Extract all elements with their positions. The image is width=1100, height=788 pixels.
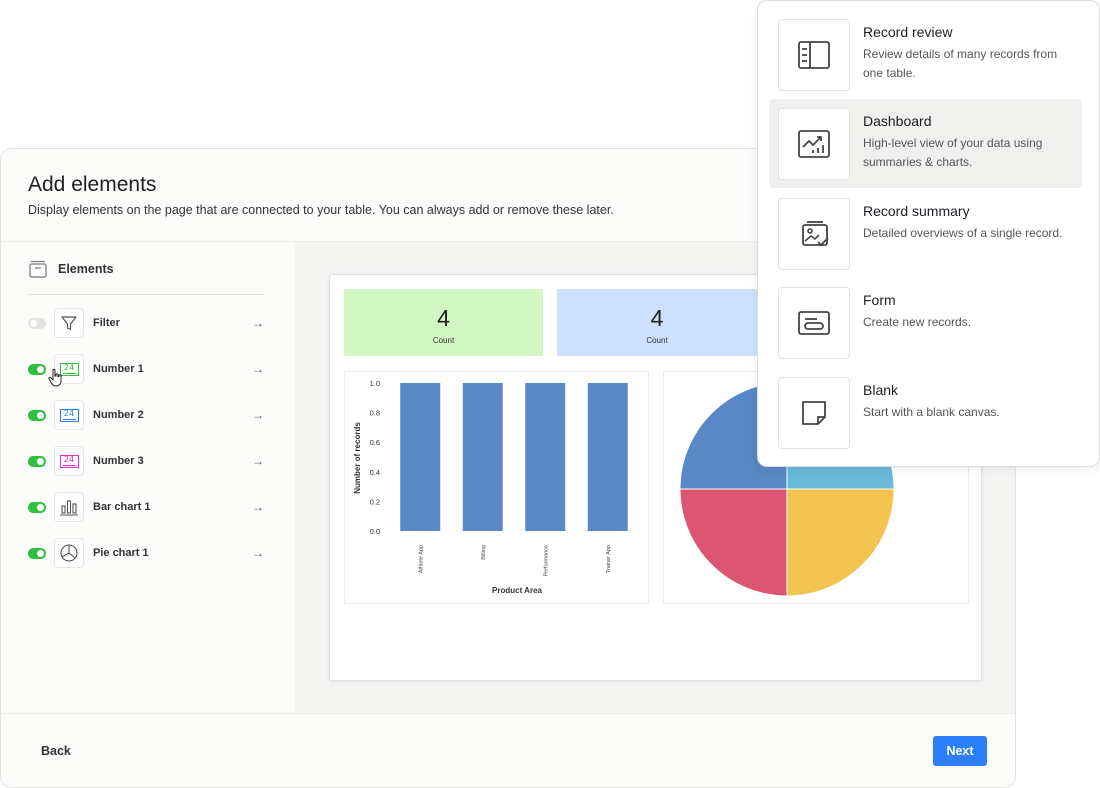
x-axis-label: Product Area — [492, 586, 542, 595]
element-row-number-2[interactable]: 24 Number 2 → — [28, 400, 264, 430]
element-label: Bar chart 1 — [93, 501, 151, 513]
elements-header-label: Elements — [58, 262, 114, 276]
bar-chart-card: Number of records Product Area 0.0 0.2 0.4… — [344, 371, 649, 604]
element-row-filter[interactable]: Filter → — [28, 308, 264, 338]
number-card: 4 Count — [557, 289, 757, 356]
element-row-pie-chart-1[interactable]: Pie chart 1 → — [28, 538, 264, 568]
divider — [28, 294, 264, 295]
option-title: Record summary — [863, 203, 970, 219]
blank-icon — [778, 377, 850, 449]
y-tick-label: 0.8 — [370, 409, 380, 418]
option-description: Review details of many records from one … — [863, 47, 1058, 80]
element-row-bar-chart-1[interactable]: Bar chart 1 → — [28, 492, 264, 522]
option-description: Detailed overviews of a single record. — [863, 226, 1063, 240]
hand-cursor-icon — [48, 368, 62, 387]
y-tick-label: 0.4 — [370, 468, 380, 477]
option-form[interactable]: Form Create new records. — [769, 278, 1082, 367]
y-tick-label: 0.2 — [370, 497, 380, 506]
record-summary-icon — [778, 198, 850, 270]
element-label: Number 1 — [93, 363, 144, 375]
form-icon — [778, 287, 850, 359]
bar — [525, 383, 566, 531]
option-title: Blank — [863, 382, 899, 398]
arrow-right-icon[interactable]: → — [252, 546, 264, 560]
element-toggle[interactable] — [28, 501, 46, 513]
bar — [587, 383, 628, 531]
number-icon-text: 24 — [59, 454, 79, 468]
modal-title: Add elements — [28, 173, 157, 196]
pie-chart-icon — [54, 538, 84, 568]
element-toggle[interactable] — [28, 317, 46, 329]
element-toggle[interactable] — [28, 547, 46, 559]
arrow-right-icon[interactable]: → — [252, 362, 264, 376]
layout-dropdown: Record review Review details of many rec… — [757, 0, 1100, 467]
pie-slice — [679, 488, 788, 597]
y-tick-label: 0.6 — [370, 438, 380, 447]
x-tick-label: Trainer App — [606, 545, 612, 573]
bar-chart-icon — [54, 492, 84, 522]
number-icon: 24 — [54, 400, 84, 430]
arrow-right-icon[interactable]: → — [252, 316, 264, 330]
back-button[interactable]: Back — [41, 744, 71, 758]
arrow-right-icon[interactable]: → — [252, 408, 264, 422]
option-title: Dashboard — [863, 113, 932, 129]
filter-icon — [54, 308, 84, 338]
bar-chart: Number of records Product Area 0.0 0.2 0.4… — [353, 379, 628, 595]
element-toggle[interactable] — [28, 455, 46, 467]
option-record-review[interactable]: Record review Review details of many rec… — [769, 10, 1082, 99]
number-icon-text: 24 — [59, 408, 79, 422]
bar — [400, 383, 441, 531]
x-tick-label: Performance — [543, 545, 549, 577]
element-toggle[interactable] — [28, 409, 46, 421]
next-button[interactable]: Next — [933, 736, 987, 766]
number-card: 4 Count — [344, 289, 543, 356]
elements-header: Elements — [28, 260, 114, 278]
option-description: High-level view of your data using summa… — [863, 136, 1043, 169]
x-tick-label: Athlete App — [418, 545, 424, 573]
elements-box-icon — [29, 260, 47, 278]
arrow-right-icon[interactable]: → — [252, 454, 264, 468]
y-axis-label: Number of records — [353, 422, 362, 494]
element-label: Number 2 — [93, 409, 144, 421]
number-value: 4 — [650, 305, 664, 331]
x-tick-label: Billing — [481, 545, 487, 560]
modal-footer: Back Next — [1, 713, 1015, 787]
element-label: Pie chart 1 — [93, 547, 149, 559]
option-title: Record review — [863, 24, 953, 40]
y-tick-label: 0.0 — [370, 527, 380, 536]
modal-subtitle: Display elements on the page that are co… — [28, 203, 614, 217]
arrow-right-icon[interactable]: → — [252, 500, 264, 514]
option-dashboard[interactable]: Dashboard High-level view of your data u… — [769, 99, 1082, 188]
pie-slice — [786, 488, 895, 597]
option-description: Start with a blank canvas. — [863, 405, 1000, 419]
number-caption: Count — [432, 336, 455, 345]
element-toggle[interactable] — [28, 363, 46, 375]
dashboard-icon — [778, 108, 850, 180]
number-caption: Count — [646, 336, 668, 345]
element-label: Number 3 — [93, 455, 144, 467]
y-tick-label: 1.0 — [370, 379, 380, 388]
option-blank[interactable]: Blank Start with a blank canvas. — [769, 368, 1082, 457]
option-description: Create new records. — [863, 315, 972, 329]
number-icon: 24 — [54, 446, 84, 476]
option-title: Form — [863, 292, 896, 308]
element-row-number-3[interactable]: 24 Number 3 → — [28, 446, 264, 476]
bar — [462, 383, 503, 531]
record-review-icon — [778, 19, 850, 91]
option-record-summary[interactable]: Record summary Detailed overviews of a s… — [769, 189, 1082, 278]
element-label: Filter — [93, 317, 120, 329]
number-value: 4 — [437, 305, 450, 331]
elements-panel: Elements Filter → 24 Number 1 → 24 Numbe… — [1, 242, 295, 714]
